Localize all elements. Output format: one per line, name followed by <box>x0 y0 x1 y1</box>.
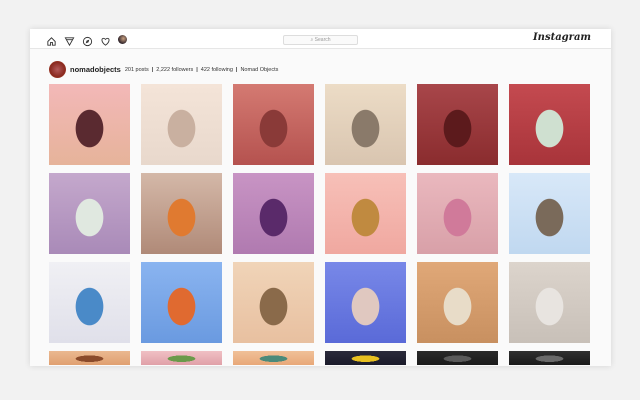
post-thumbnail[interactable] <box>325 262 406 343</box>
heart-icon[interactable] <box>100 34 111 46</box>
explore-icon[interactable] <box>82 34 93 47</box>
post-thumbnail[interactable] <box>509 173 590 254</box>
post-thumbnail[interactable] <box>417 84 498 165</box>
post-thumbnail[interactable] <box>141 84 222 165</box>
post-thumbnail[interactable] <box>325 84 406 165</box>
profile-name: Nomad Objects <box>240 66 279 73</box>
post-thumbnail[interactable] <box>417 351 498 365</box>
post-thumbnail[interactable] <box>141 262 222 343</box>
profile-avatar[interactable] <box>49 61 66 78</box>
posts-count: 201 posts <box>124 66 149 73</box>
post-thumbnail[interactable] <box>233 262 314 343</box>
post-thumbnail[interactable] <box>141 351 222 365</box>
home-icon[interactable] <box>46 34 57 46</box>
following-count[interactable]: 422 following <box>201 67 233 73</box>
post-thumbnail[interactable] <box>141 173 222 254</box>
top-nav: ⌕ Search Instagram <box>30 29 611 49</box>
post-thumbnail[interactable] <box>233 351 314 365</box>
profile-summary: nomadobjects 201 posts | 2,222 followers |… <box>49 61 278 78</box>
instagram-logo[interactable]: Instagram <box>533 32 591 43</box>
post-thumbnail[interactable] <box>509 351 590 365</box>
post-thumbnail[interactable] <box>417 173 498 254</box>
post-thumbnail[interactable] <box>509 262 590 343</box>
divider: | <box>151 66 154 73</box>
post-thumbnail[interactable] <box>49 173 130 254</box>
post-thumbnail[interactable] <box>417 262 498 343</box>
divider: | <box>235 66 238 73</box>
search-input[interactable]: ⌕ Search <box>283 35 358 45</box>
post-thumbnail[interactable] <box>325 351 406 365</box>
post-thumbnail[interactable] <box>49 351 130 365</box>
post-thumbnail[interactable] <box>509 84 590 165</box>
post-thumbnail[interactable] <box>49 262 130 343</box>
divider: | <box>196 66 198 73</box>
profile-avatar-icon[interactable] <box>118 35 127 44</box>
post-thumbnail[interactable] <box>49 84 130 165</box>
username[interactable]: nomadobjects <box>70 65 121 74</box>
search-placeholder: Search <box>314 37 331 43</box>
post-thumbnail[interactable] <box>233 84 314 165</box>
browser-window: ⌕ Search Instagram nomadobjects 201 post… <box>30 29 611 366</box>
followers-count[interactable]: 2,222 followers <box>156 67 193 73</box>
direct-icon[interactable] <box>64 34 75 47</box>
post-grid <box>49 84 590 365</box>
post-thumbnail[interactable] <box>233 173 314 254</box>
post-thumbnail[interactable] <box>325 173 406 254</box>
